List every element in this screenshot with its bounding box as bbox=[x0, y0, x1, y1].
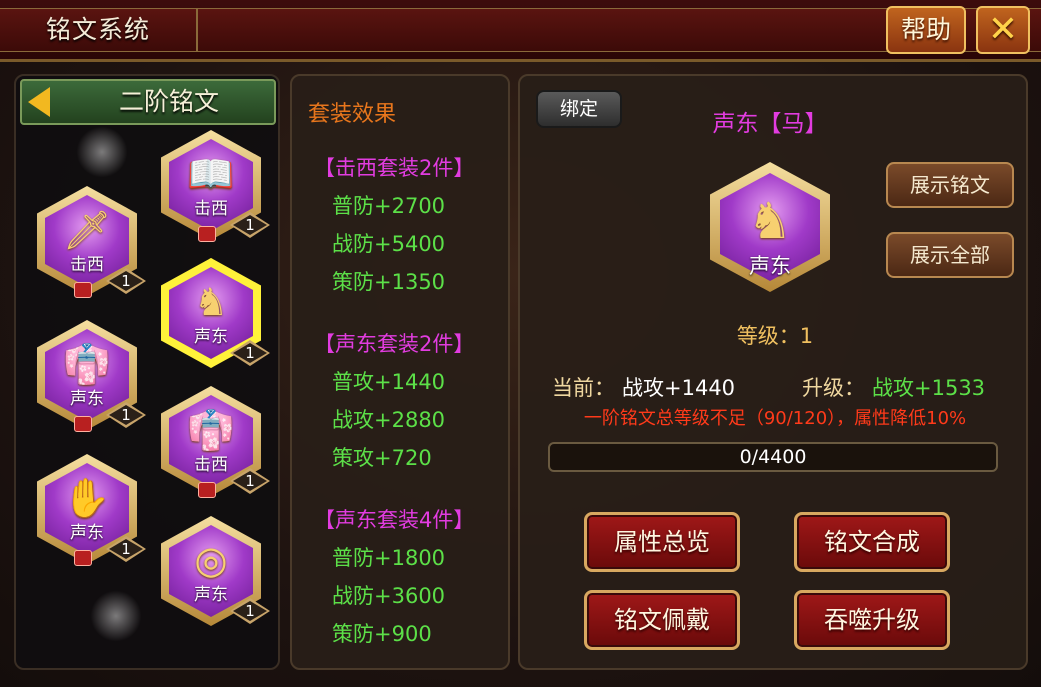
set-stat: 战攻+2880 bbox=[332, 408, 446, 432]
game-screen: 铭文系统 帮助 ✕ 二阶铭文 📖 击西 1 🗡 击西 1 ♞ 声东 1 👘 声东 1 👘 击西 1 ✋ 声东 1 ◎… bbox=[0, 0, 1041, 687]
warning-text: 一阶铭文总等级不足（90/120），属性降低10% bbox=[583, 408, 967, 429]
inscription-wear-button[interactable]: 铭文佩戴 bbox=[584, 590, 740, 650]
close-button[interactable]: ✕ bbox=[976, 6, 1030, 54]
level-text: 等级：1 bbox=[736, 324, 814, 348]
tier-header: 二阶铭文 bbox=[20, 79, 276, 125]
inscription-name: 声东【马】 bbox=[712, 111, 828, 137]
gem-label: 声东 bbox=[749, 254, 791, 278]
inscription-gem[interactable]: ♞ 声东 1 bbox=[156, 258, 270, 378]
bind-button[interactable]: 绑定 bbox=[536, 90, 622, 128]
inscription-compose-button[interactable]: 铭文合成 bbox=[794, 512, 950, 572]
sparkle-decoration bbox=[86, 586, 146, 646]
set-stat: 策防+1350 bbox=[332, 270, 446, 294]
attribute-overview-button[interactable]: 属性总览 bbox=[584, 512, 740, 572]
lock-icon bbox=[198, 226, 216, 242]
set-header: 【击西套装2件】 bbox=[314, 156, 475, 180]
sword-icon: 🗡 bbox=[62, 208, 112, 252]
lock-icon bbox=[74, 550, 92, 566]
set-header: 【声东套装4件】 bbox=[314, 508, 475, 532]
robe-icon: 👘 bbox=[187, 408, 235, 452]
devour-upgrade-button[interactable]: 吞噬升级 bbox=[794, 590, 950, 650]
lock-icon bbox=[198, 482, 216, 498]
upgrade-label: 升级： bbox=[802, 376, 865, 400]
bracelet-icon: ◎ bbox=[194, 538, 228, 582]
tier-title: 二阶铭文 bbox=[118, 87, 219, 116]
set-stat: 普防+1800 bbox=[332, 546, 446, 570]
inscription-detail-panel: 绑定 声东【马】 ♞ 声东 展示铭文 展示全部 等级：1 当前： 战攻+1440… bbox=[518, 74, 1028, 670]
show-all-button[interactable]: 展示全部 bbox=[886, 232, 1014, 278]
show-inscription-button[interactable]: 展示铭文 bbox=[886, 162, 1014, 208]
progress-text: 0/4400 bbox=[739, 446, 807, 468]
inscription-gem[interactable]: 👘 声东 1 bbox=[32, 320, 146, 440]
inscription-gem[interactable]: 👘 击西 1 bbox=[156, 386, 270, 506]
set-stat: 普攻+1440 bbox=[332, 370, 446, 394]
current-value: 战攻+1440 bbox=[622, 376, 736, 400]
horse-icon: ♞ bbox=[193, 280, 229, 324]
horse-icon: ♞ bbox=[747, 192, 793, 250]
help-button[interactable]: 帮助 bbox=[886, 6, 966, 54]
set-stat: 普防+2700 bbox=[332, 194, 446, 218]
set-header: 【声东套装2件】 bbox=[314, 332, 475, 356]
book-icon: 📖 bbox=[187, 152, 235, 196]
title-bar: 铭文系统 帮助 ✕ bbox=[0, 0, 1041, 62]
robe-icon: 👘 bbox=[63, 342, 111, 386]
inscription-gem[interactable]: ✋ 声东 1 bbox=[32, 454, 146, 574]
set-effects-panel: 套装效果 【击西套装2件】普防+2700 战防+5400 策防+1350 【声东套装2… bbox=[290, 74, 510, 670]
lock-icon bbox=[74, 282, 92, 298]
set-effects-title: 套装效果 bbox=[308, 102, 397, 127]
set-stat: 战防+3600 bbox=[332, 584, 446, 608]
set-stat: 策防+900 bbox=[332, 622, 432, 646]
selected-inscription-gem: ♞ 声东 bbox=[710, 162, 830, 292]
current-label: 当前： bbox=[552, 376, 615, 400]
inscription-gem[interactable]: 🗡 击西 1 bbox=[32, 186, 146, 306]
upgrade-value: 战攻+1533 bbox=[872, 376, 986, 400]
set-stat: 战防+5400 bbox=[332, 232, 446, 256]
window-title: 铭文系统 bbox=[0, 8, 198, 52]
back-arrow-icon[interactable] bbox=[24, 83, 58, 121]
set-stat: 策攻+720 bbox=[332, 446, 432, 470]
x-close-icon: ✕ bbox=[987, 9, 1019, 50]
inscription-gem[interactable]: ◎ 声东 1 bbox=[156, 516, 270, 636]
glove-icon: ✋ bbox=[63, 476, 111, 520]
inscription-gem[interactable]: 📖 击西 1 bbox=[156, 130, 270, 250]
sparkle-decoration bbox=[72, 122, 132, 182]
lock-icon bbox=[74, 416, 92, 432]
exp-progress-bar: 0/4400 bbox=[548, 442, 998, 472]
inscription-list-panel: 二阶铭文 📖 击西 1 🗡 击西 1 ♞ 声东 1 👘 声东 1 👘 击西 1 ✋ 声东 1 ◎ 声东 1 bbox=[14, 74, 280, 670]
